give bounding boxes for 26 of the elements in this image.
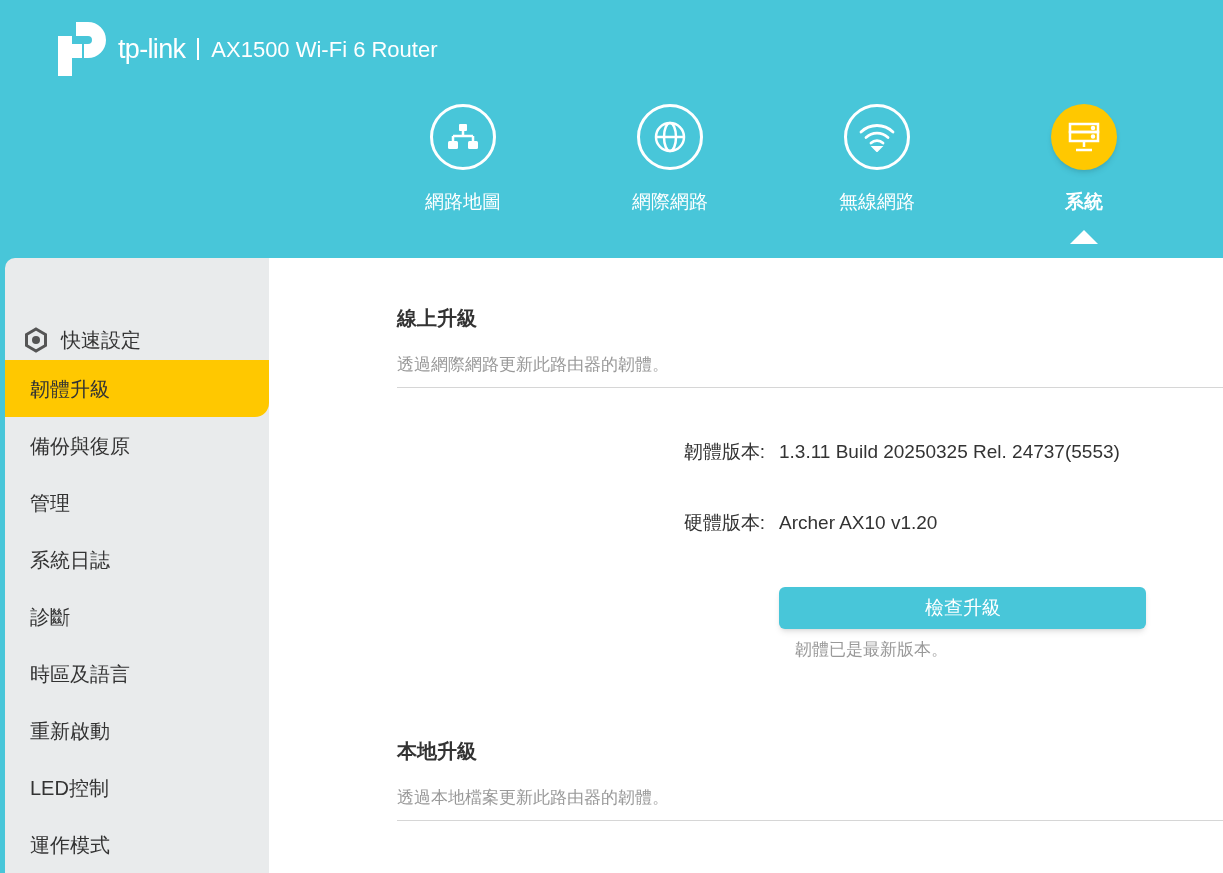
sidebar-item[interactable]: 快速設定 bbox=[5, 319, 269, 360]
section-title: 線上升級 bbox=[397, 308, 478, 328]
sidebar-item[interactable]: 系統日誌 bbox=[5, 531, 269, 588]
hexagon-target-icon bbox=[23, 326, 49, 353]
field-value: 1.3.11 Build 20250325 Rel. 24737(5553) bbox=[779, 440, 1120, 464]
brand-name: tp-link bbox=[118, 32, 186, 66]
sidebar-item[interactable]: 備份與復原 bbox=[5, 417, 269, 474]
sidebar-item[interactable]: 重新啟動 bbox=[5, 702, 269, 759]
sidebar-item[interactable]: 運作模式 bbox=[5, 816, 269, 873]
server-icon bbox=[1067, 121, 1100, 153]
globe-icon bbox=[652, 120, 687, 154]
selection-pointer bbox=[1069, 230, 1098, 244]
sidebar-item[interactable]: 管理 bbox=[5, 474, 269, 531]
section-description: 透過網際網路更新此路由器的韌體。 bbox=[397, 356, 670, 373]
status-message: 韌體已是最新版本。 bbox=[795, 639, 949, 661]
sidebar-item[interactable]: 韌體升級 bbox=[5, 360, 269, 417]
section-description: 透過本地檔案更新此路由器的韌體。 bbox=[397, 788, 670, 806]
sidebar-item[interactable]: LED控制 bbox=[5, 759, 269, 816]
router-model: AX1500 Wi-Fi 6 Router bbox=[211, 35, 438, 64]
field-label: 韌體版本: bbox=[682, 440, 765, 464]
field-value: Archer AX10 v1.20 bbox=[779, 510, 938, 535]
section-title: 本地升級 bbox=[397, 740, 478, 761]
sidebar-item[interactable]: 時區及語言 bbox=[5, 645, 269, 702]
wifi-icon bbox=[857, 122, 896, 152]
sidebar-item[interactable]: 診斷 bbox=[5, 588, 269, 645]
field-label: 硬體版本: bbox=[682, 510, 765, 535]
